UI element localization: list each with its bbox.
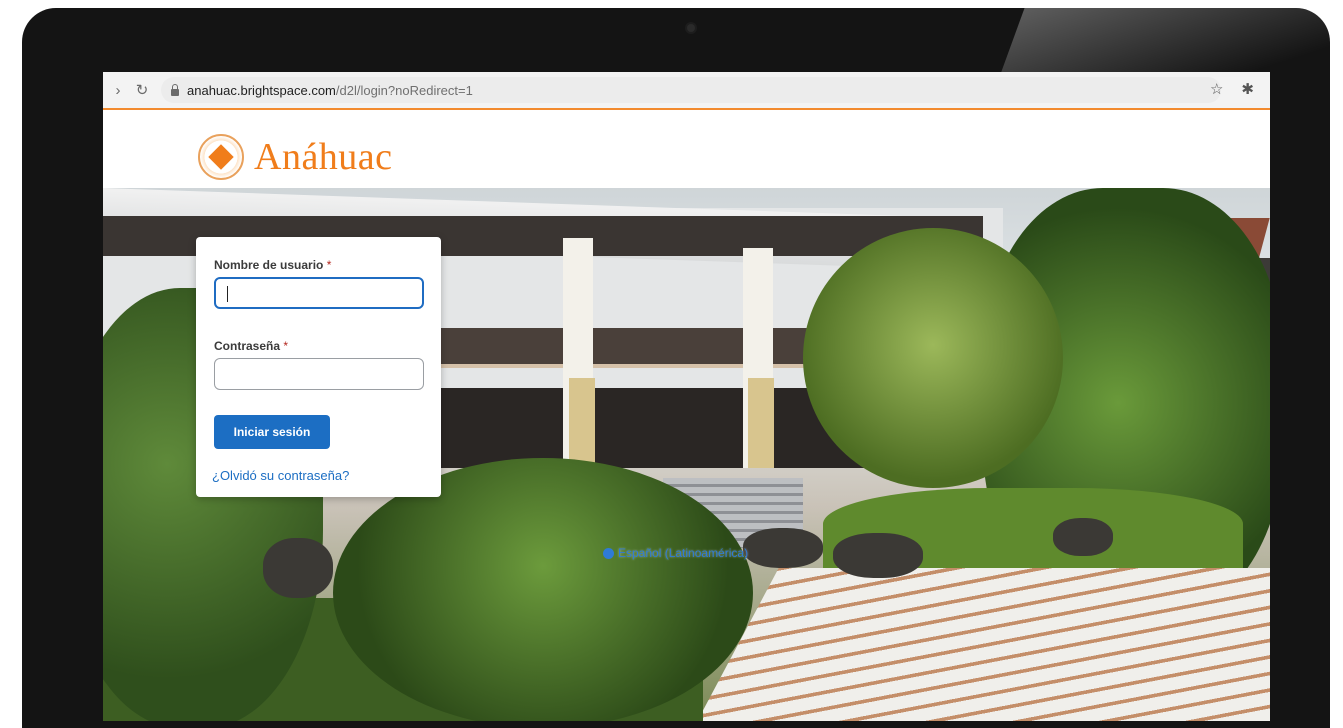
browser-screen: › ↻ anahuac.brightspace.com/d2l/login?no… — [103, 72, 1270, 721]
username-label: Nombre de usuario * — [214, 258, 332, 272]
laptop-bezel: › ↻ anahuac.brightspace.com/d2l/login?no… — [22, 8, 1330, 728]
language-link-label: Español (Latinoamérica) — [618, 546, 749, 560]
password-input[interactable] — [214, 358, 424, 390]
browser-toolbar: › ↻ anahuac.brightspace.com/d2l/login?no… — [103, 72, 1270, 110]
star-icon[interactable]: ☆ — [1210, 80, 1223, 98]
anahuac-logo[interactable]: Anáhuac — [198, 134, 393, 180]
login-card: Nombre de usuario * Contraseña * Iniciar… — [196, 237, 441, 497]
forgot-password-link[interactable]: ¿Olvidó su contraseña? — [212, 468, 349, 483]
password-label: Contraseña * — [214, 339, 289, 353]
text-caret — [227, 286, 228, 302]
globe-icon — [603, 547, 614, 559]
back-icon[interactable]: › — [109, 82, 127, 99]
language-selector-link[interactable]: Español (Latinoamérica) — [603, 546, 748, 560]
university-seal-icon — [198, 134, 244, 180]
login-button[interactable]: Iniciar sesión — [214, 415, 330, 449]
reload-icon[interactable]: ↻ — [133, 81, 151, 99]
url-path: /d2l/login?noRedirect=1 — [335, 82, 473, 98]
username-input[interactable] — [214, 277, 424, 309]
address-bar[interactable]: anahuac.brightspace.com/d2l/login?noRedi… — [161, 77, 1221, 103]
puzzle-icon[interactable]: ✱ — [1241, 80, 1254, 98]
webcam — [687, 24, 695, 32]
lock-icon — [171, 83, 179, 96]
url-host: anahuac.brightspace.com — [187, 82, 336, 98]
brand-name: Anáhuac — [254, 136, 393, 178]
site-header: Anáhuac — [103, 112, 1270, 188]
